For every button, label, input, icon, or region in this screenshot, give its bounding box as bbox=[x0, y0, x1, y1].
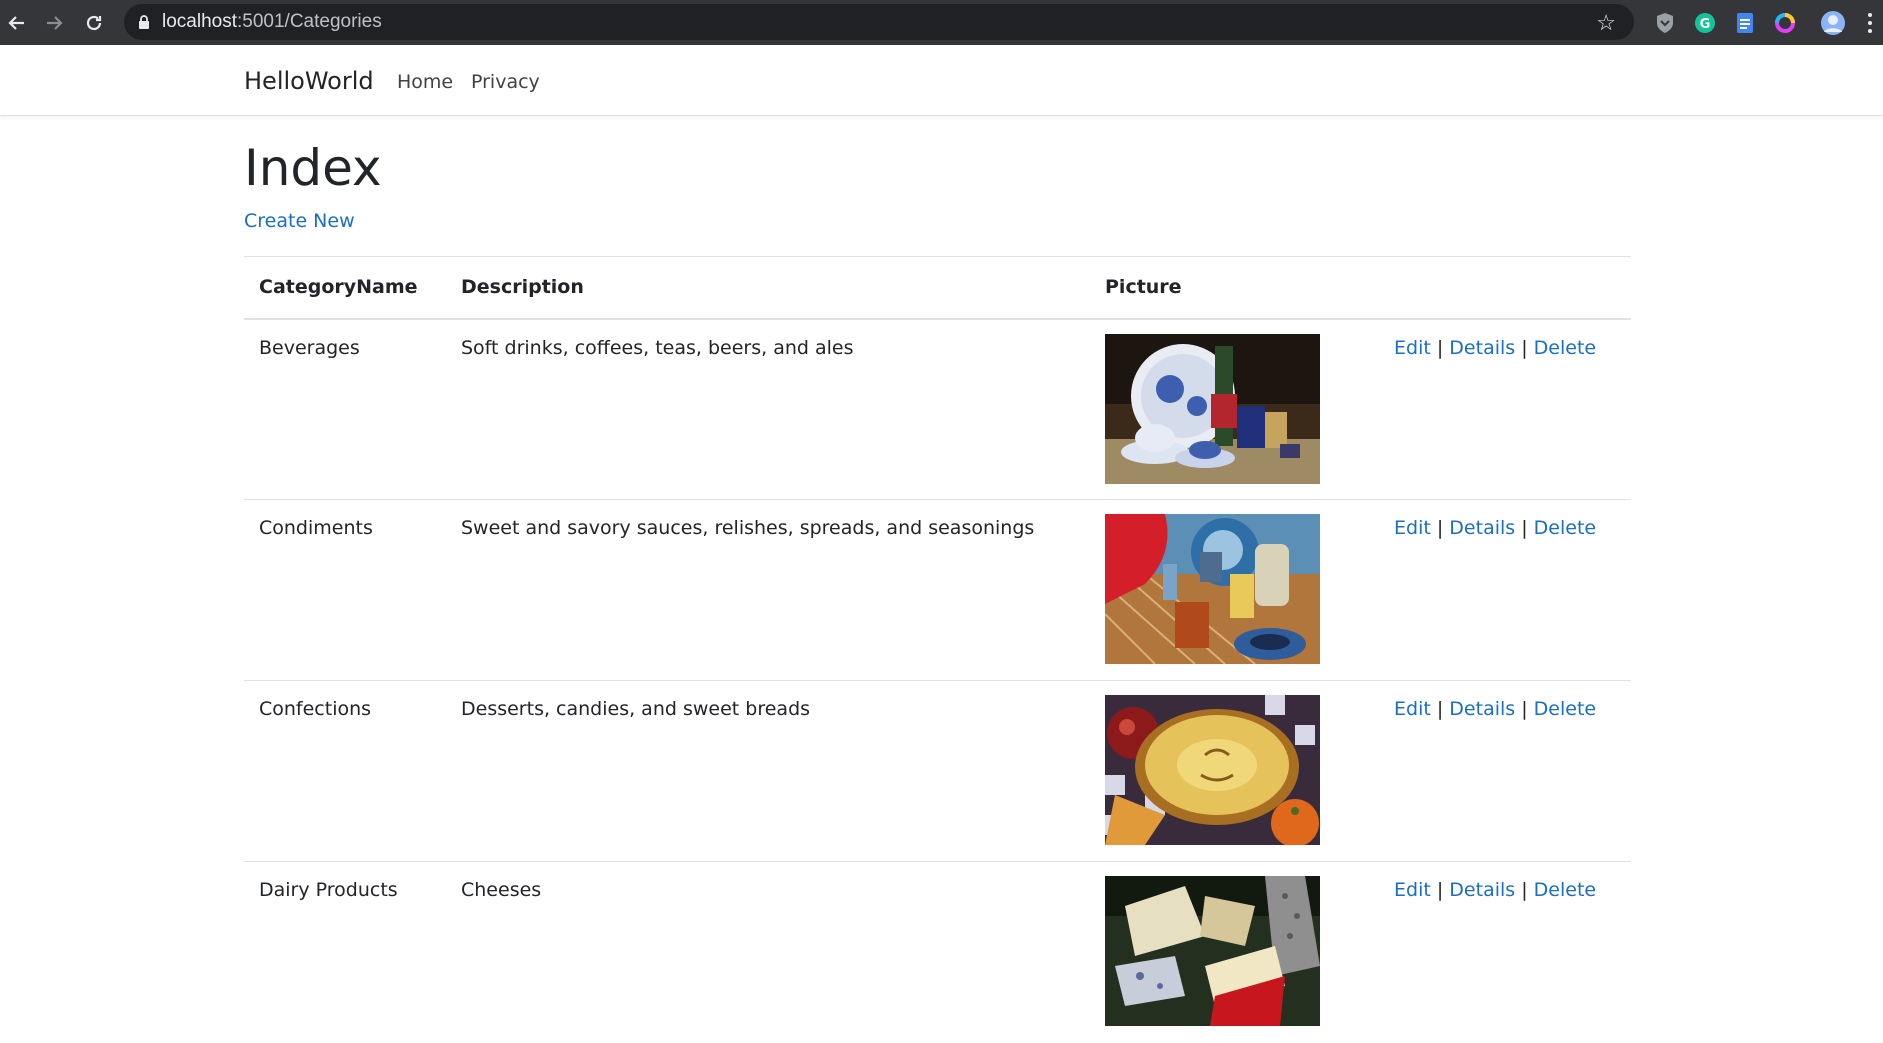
details-link[interactable]: Details bbox=[1449, 517, 1515, 539]
url-path: :5001/Categories bbox=[237, 11, 382, 32]
edit-link[interactable]: Edit bbox=[1394, 879, 1431, 901]
create-new-link[interactable]: Create New bbox=[244, 210, 355, 232]
actions-cell: Edit | Details | Delete bbox=[1379, 680, 1631, 862]
table-row: Confections Desserts, candies, and sweet… bbox=[244, 680, 1631, 862]
picture-cell bbox=[1090, 318, 1379, 500]
actions-cell: Edit | Details | Delete bbox=[1379, 318, 1631, 500]
docs-icon[interactable] bbox=[1725, 0, 1765, 45]
action-separator: | bbox=[1436, 336, 1444, 359]
app-navbar: HelloWorld Home Privacy bbox=[0, 45, 1883, 116]
svg-text:G: G bbox=[1700, 17, 1711, 32]
action-separator: | bbox=[1436, 879, 1444, 901]
delete-link[interactable]: Delete bbox=[1534, 517, 1596, 539]
header-description: Description bbox=[446, 256, 1090, 320]
action-separator: | bbox=[1521, 879, 1528, 901]
table-row: Condiments Sweet and savory sauces, reli… bbox=[244, 499, 1631, 681]
category-name-cell: Confections bbox=[244, 680, 446, 862]
actions-cell: Edit | Details | Delete bbox=[1379, 499, 1631, 681]
nav-link-home[interactable]: Home bbox=[397, 71, 453, 93]
address-bar[interactable]: localhost:5001/Categories ☆ bbox=[124, 4, 1634, 40]
picture-cell bbox=[1090, 499, 1379, 681]
table-header-row: CategoryName Description Picture bbox=[244, 256, 1631, 320]
profile-avatar-icon[interactable] bbox=[1805, 0, 1861, 45]
header-actions bbox=[1379, 256, 1631, 320]
edit-link[interactable]: Edit bbox=[1394, 517, 1431, 539]
bookmark-star-icon[interactable]: ☆ bbox=[1596, 10, 1616, 36]
url-host: localhost bbox=[162, 11, 237, 32]
description-cell: Sweet and savory sauces, relishes, sprea… bbox=[446, 499, 1090, 681]
description-cell: Desserts, candies, and sweet breads bbox=[446, 680, 1090, 862]
category-name-cell: Dairy Products bbox=[244, 861, 446, 1043]
picture-cell bbox=[1090, 680, 1379, 862]
shield-extension-icon[interactable] bbox=[1645, 0, 1685, 45]
action-separator: | bbox=[1521, 517, 1528, 539]
picture-cell bbox=[1090, 861, 1379, 1043]
details-link[interactable]: Details bbox=[1449, 337, 1515, 359]
lock-icon bbox=[138, 14, 150, 30]
forward-arrow-icon[interactable] bbox=[34, 0, 74, 45]
description-cell: Cheeses bbox=[446, 861, 1090, 1043]
action-separator: | bbox=[1521, 698, 1528, 720]
category-name-cell: Beverages bbox=[244, 318, 446, 500]
dairy-image bbox=[1105, 876, 1320, 1026]
table-row: Beverages Soft drinks, coffees, teas, be… bbox=[244, 318, 1631, 500]
details-link[interactable]: Details bbox=[1449, 698, 1515, 720]
header-category-name: CategoryName bbox=[244, 256, 446, 320]
menu-kebab-icon[interactable] bbox=[1861, 0, 1879, 45]
delete-link[interactable]: Delete bbox=[1534, 337, 1596, 359]
table-row: Dairy Products Cheeses Edit | Details | … bbox=[244, 861, 1631, 1043]
description-cell: Soft drinks, coffees, teas, beers, and a… bbox=[446, 318, 1090, 500]
nav-link-privacy[interactable]: Privacy bbox=[471, 71, 540, 93]
back-arrow-icon[interactable] bbox=[0, 0, 34, 45]
actions-cell: Edit | Details | Delete bbox=[1379, 861, 1631, 1043]
grammarly-icon[interactable]: G bbox=[1685, 0, 1725, 45]
delete-link[interactable]: Delete bbox=[1534, 698, 1596, 720]
category-name-cell: Condiments bbox=[244, 499, 446, 681]
action-separator: | bbox=[1436, 517, 1444, 539]
extensions-area: G bbox=[1645, 0, 1861, 45]
action-separator: | bbox=[1436, 698, 1444, 720]
condiments-image bbox=[1105, 514, 1320, 664]
confections-image bbox=[1105, 695, 1320, 845]
brand-link[interactable]: HelloWorld bbox=[244, 67, 374, 95]
reload-icon[interactable] bbox=[74, 0, 114, 45]
details-link[interactable]: Details bbox=[1449, 879, 1515, 901]
browser-toolbar: localhost:5001/Categories ☆ G bbox=[0, 0, 1883, 45]
action-separator: | bbox=[1521, 336, 1528, 359]
header-picture: Picture bbox=[1090, 256, 1379, 320]
delete-link[interactable]: Delete bbox=[1534, 879, 1596, 901]
edit-link[interactable]: Edit bbox=[1394, 698, 1431, 720]
beverages-image bbox=[1105, 333, 1320, 484]
categories-table: CategoryName Description Picture Beverag… bbox=[244, 256, 1631, 1043]
color-ring-icon[interactable] bbox=[1765, 0, 1805, 45]
edit-link[interactable]: Edit bbox=[1394, 337, 1431, 359]
page-title: Index bbox=[244, 139, 382, 197]
